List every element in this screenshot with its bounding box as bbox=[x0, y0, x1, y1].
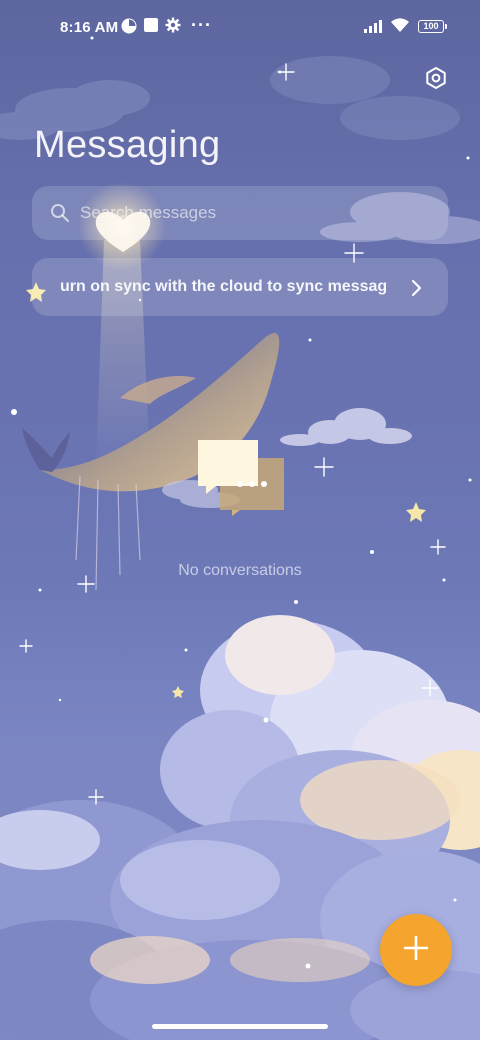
notification-square-icon bbox=[143, 17, 159, 37]
battery-icon: 100 bbox=[418, 20, 447, 33]
page-title: Messaging bbox=[34, 124, 221, 166]
settings-button[interactable] bbox=[418, 62, 454, 98]
chat-bubbles-icon bbox=[198, 440, 284, 516]
signal-icon bbox=[364, 19, 386, 37]
more-dots-icon: ··· bbox=[191, 15, 212, 35]
gear-icon bbox=[165, 17, 181, 37]
sync-banner-text: urn on sync with the cloud to sync messa… bbox=[60, 278, 388, 295]
data-saver-icon bbox=[120, 17, 138, 39]
home-indicator[interactable] bbox=[152, 1024, 328, 1029]
chevron-right-icon bbox=[406, 278, 426, 303]
status-bar: 8:16 AM ··· 100 bbox=[0, 0, 480, 56]
glowing-heart-decoration bbox=[95, 211, 151, 252]
plus-icon bbox=[402, 934, 430, 967]
empty-state-text: No conversations bbox=[178, 562, 302, 579]
sync-banner[interactable]: urn on sync with the cloud to sync messa… bbox=[32, 258, 448, 316]
hexagon-settings-icon bbox=[424, 66, 448, 95]
status-time: 8:16 AM bbox=[60, 19, 119, 36]
search-icon bbox=[50, 203, 70, 228]
wifi-icon bbox=[390, 17, 410, 37]
new-conversation-button[interactable] bbox=[380, 914, 452, 986]
